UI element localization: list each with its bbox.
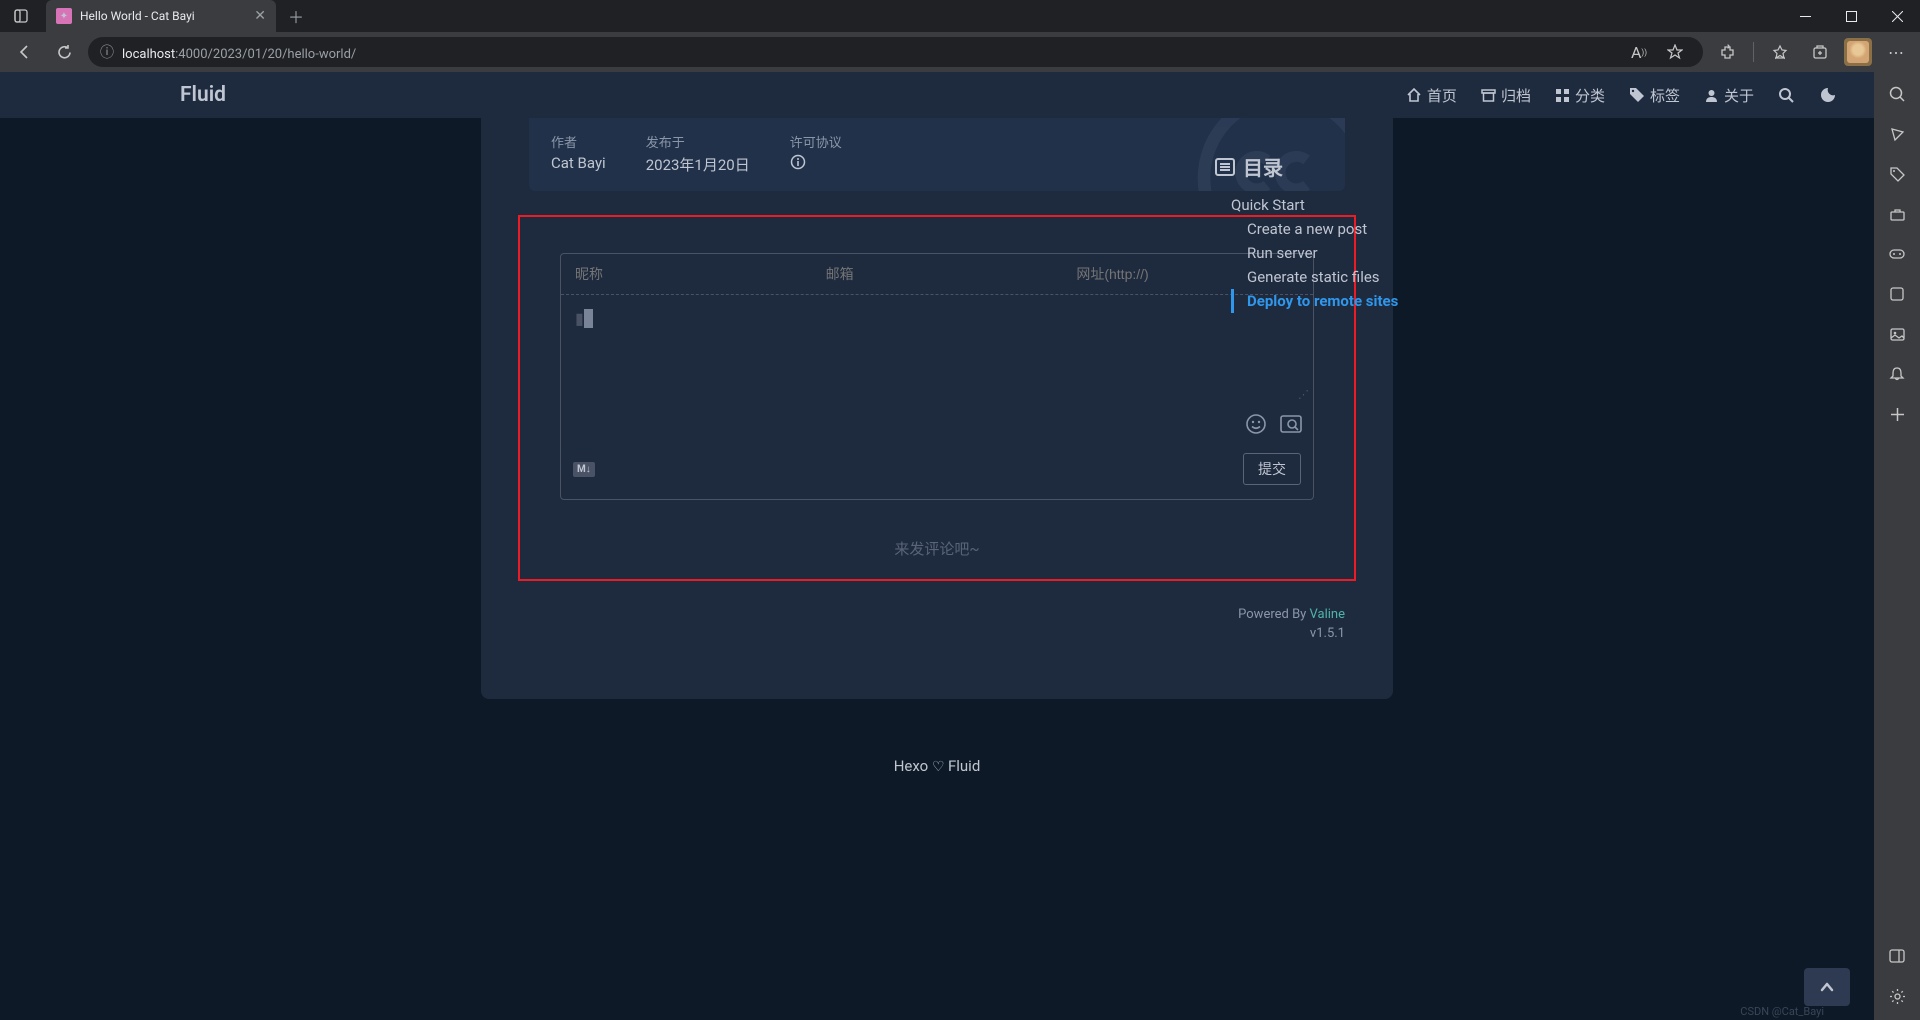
site-navbar: Fluid 首页 归档 分类 标签 关于 — [0, 72, 1874, 118]
meta-date: 发布于 2023年1月20日 — [646, 132, 750, 175]
markdown-badge: M↓ — [573, 462, 595, 477]
notification-icon[interactable] — [1887, 364, 1907, 384]
url-host: localhost:4000/2023/01/20/hello-world/ — [122, 43, 356, 62]
url-input[interactable]: ⓘ localhost:4000/2023/01/20/hello-world/… — [88, 37, 1703, 67]
nav-about[interactable]: 关于 — [1704, 85, 1754, 106]
edge-sidebar — [1874, 72, 1920, 1020]
nav-tags[interactable]: 标签 — [1629, 85, 1680, 106]
more-button[interactable]: ⋯ — [1880, 36, 1912, 68]
csdn-watermark: CSDN @Cat_Bayi — [1740, 1005, 1824, 1018]
toc-item[interactable]: Create a new post — [1215, 217, 1435, 241]
list-icon — [1215, 157, 1235, 177]
maximize-button[interactable] — [1828, 0, 1874, 32]
minimize-button[interactable] — [1782, 0, 1828, 32]
valine-version: v1.5.1 — [481, 626, 1345, 641]
toc-item-active[interactable]: Deploy to remote sites — [1231, 289, 1435, 313]
games-icon[interactable] — [1887, 244, 1907, 264]
comment-textarea[interactable]: ▮▮ ⋰ — [561, 295, 1313, 405]
collections-button[interactable] — [1804, 36, 1836, 68]
nav-categories[interactable]: 分类 — [1555, 85, 1605, 106]
office-icon[interactable] — [1887, 284, 1907, 304]
back-button[interactable] — [8, 36, 40, 68]
empty-comments-text: 来发评论吧~ — [560, 538, 1314, 559]
toolbox-icon[interactable] — [1887, 204, 1907, 224]
tab-actions-button[interactable] — [0, 0, 42, 32]
toc-item[interactable]: Run server — [1215, 241, 1435, 265]
new-tab-button[interactable]: ＋ — [282, 2, 310, 30]
nav-archive[interactable]: 归档 — [1481, 85, 1531, 106]
tag-sidebar-icon[interactable] — [1887, 164, 1907, 184]
refresh-button[interactable] — [48, 36, 80, 68]
submit-button[interactable]: 提交 — [1243, 453, 1301, 485]
meta-author: 作者 Cat Bayi — [551, 132, 606, 175]
emoji-icon[interactable] — [1245, 413, 1267, 435]
favicon-icon: ✦ — [56, 8, 72, 24]
extensions-button[interactable] — [1711, 36, 1743, 68]
comment-form: ▮▮ ⋰ M↓ 提交 — [560, 253, 1314, 500]
resize-handle-icon[interactable]: ⋰ — [1298, 388, 1309, 401]
email-input[interactable] — [812, 254, 1063, 294]
image-sidebar-icon[interactable] — [1887, 324, 1907, 344]
favorites-button[interactable] — [1764, 36, 1796, 68]
powered-by: Powered By Valine — [481, 607, 1345, 622]
search-nav-icon[interactable] — [1778, 87, 1795, 104]
nickname-input[interactable] — [561, 254, 812, 294]
browser-tab[interactable]: ✦ Hello World - Cat Bayi ✕ — [46, 0, 276, 32]
toc-item[interactable]: Quick Start — [1215, 193, 1435, 217]
plus-sidebar-icon[interactable] — [1887, 404, 1907, 424]
toc-item[interactable]: Generate static files — [1215, 265, 1435, 289]
info-icon: ⓘ — [100, 42, 114, 62]
close-window-button[interactable] — [1874, 0, 1920, 32]
page-content: Fluid 首页 归档 分类 标签 关于 作者 Cat Bayi 发布于 — [0, 72, 1874, 1020]
discover-icon[interactable] — [1887, 124, 1907, 144]
collapse-sidebar-icon[interactable] — [1887, 946, 1907, 966]
close-icon[interactable]: ✕ — [254, 8, 266, 24]
brand-logo[interactable]: Fluid — [180, 83, 226, 107]
tab-title: Hello World - Cat Bayi — [80, 9, 246, 23]
table-of-contents: 目录 Quick Start Create a new post Run ser… — [1215, 152, 1435, 313]
darkmode-icon[interactable] — [1819, 87, 1836, 104]
scroll-top-button[interactable] — [1804, 968, 1850, 1006]
read-aloud-button[interactable]: A)) — [1623, 36, 1655, 68]
preview-icon[interactable] — [1279, 413, 1301, 435]
meta-license: 许可协议 — [790, 132, 842, 175]
favorite-button[interactable] — [1659, 36, 1691, 68]
license-icon[interactable] — [790, 154, 842, 170]
browser-titlebar: ✦ Hello World - Cat Bayi ✕ ＋ — [0, 0, 1920, 32]
heart-icon: ♡ — [932, 759, 948, 775]
search-icon[interactable] — [1887, 84, 1907, 104]
settings-sidebar-icon[interactable] — [1887, 986, 1907, 1006]
browser-addressbar: ⓘ localhost:4000/2023/01/20/hello-world/… — [0, 32, 1920, 72]
valine-link[interactable]: Valine — [1310, 607, 1345, 622]
nav-home[interactable]: 首页 — [1406, 85, 1457, 106]
site-footer: Hexo ♡ Fluid — [0, 757, 1874, 775]
toc-heading: 目录 — [1215, 152, 1435, 181]
profile-avatar[interactable] — [1844, 38, 1872, 66]
